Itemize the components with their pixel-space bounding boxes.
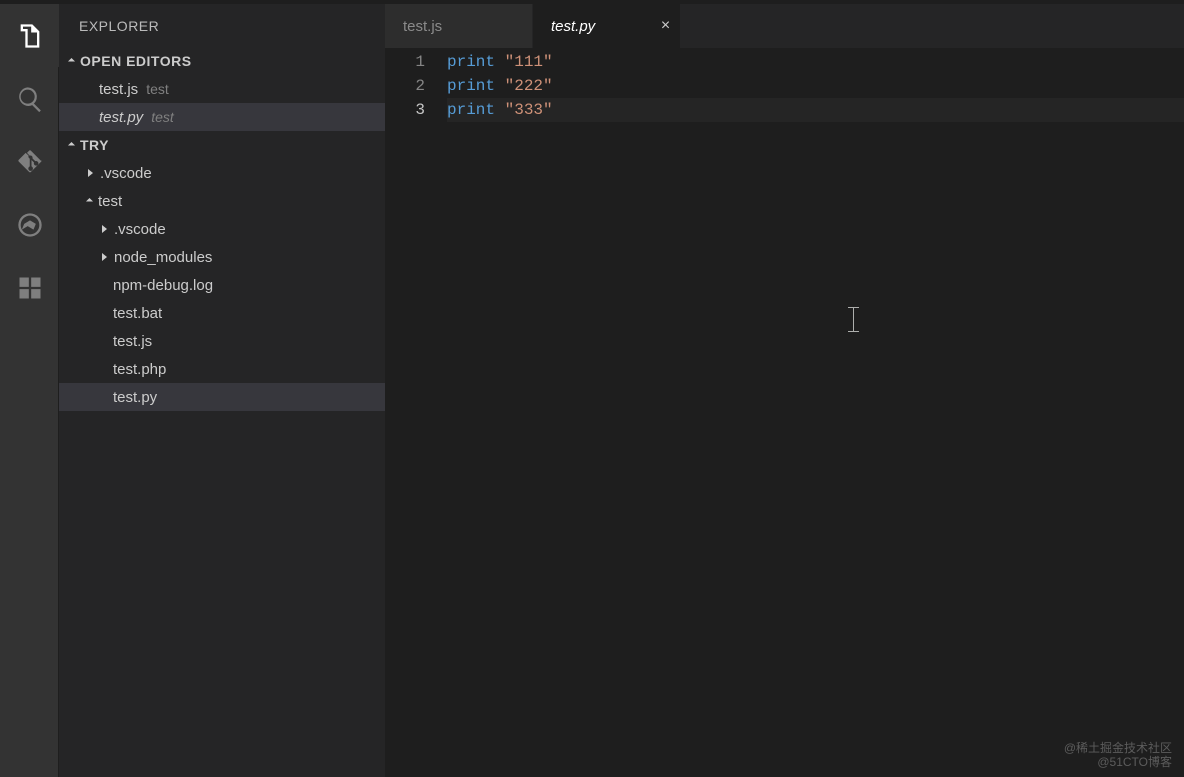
token-string: "111"	[505, 50, 553, 74]
code-line: print "222"	[447, 74, 1184, 98]
tree-folder[interactable]: .vscode	[59, 215, 385, 243]
chevron-right-icon	[102, 253, 107, 261]
tree-file[interactable]: test.py	[59, 383, 385, 411]
token-string: "222"	[505, 74, 553, 98]
tree-label: test	[98, 193, 122, 210]
tree-label: npm-debug.log	[113, 277, 213, 294]
editor-body[interactable]: 1 2 3 print "111" print "222" print "333…	[385, 48, 1184, 777]
token-space	[495, 50, 505, 74]
token-keyword: print	[447, 98, 495, 122]
chevron-right-icon	[88, 169, 93, 177]
tree-folder[interactable]: test	[59, 187, 385, 215]
token-space	[495, 98, 505, 122]
line-number: 3	[385, 98, 425, 122]
token-keyword: print	[447, 74, 495, 98]
tab-bar: test.js test.py ×	[385, 4, 1184, 48]
open-editors-label: Open Editors	[80, 53, 192, 69]
watermark-line: @51CTO博客	[1064, 755, 1172, 769]
line-number: 1	[385, 50, 425, 74]
watermark-line: @稀土掘金技术社区	[1064, 741, 1172, 755]
code-line: print "111"	[447, 50, 1184, 74]
file-dir: test	[151, 109, 174, 125]
chevron-right-icon	[102, 225, 107, 233]
workspace-label: try	[80, 137, 109, 153]
token-space	[495, 74, 505, 98]
activity-files[interactable]	[0, 4, 59, 67]
activity-extensions[interactable]	[0, 256, 59, 319]
open-editors-list: test.js test test.py test	[59, 75, 385, 131]
close-icon[interactable]: ×	[661, 18, 670, 34]
line-number-gutter: 1 2 3	[385, 50, 447, 777]
file-dir: test	[146, 81, 169, 97]
watermark: @稀土掘金技术社区 @51CTO博客	[1064, 741, 1172, 769]
line-number: 2	[385, 74, 425, 98]
tree-file[interactable]: test.php	[59, 355, 385, 383]
activity-git[interactable]	[0, 130, 59, 193]
tree-label: .vscode	[114, 221, 166, 238]
open-editors-header[interactable]: Open Editors	[59, 47, 385, 75]
tree-label: node_modules	[114, 249, 212, 266]
editor-area: test.js test.py × 1 2 3 print "111" prin…	[385, 4, 1184, 777]
chevron-down-icon	[86, 197, 93, 204]
open-editor-item[interactable]: test.js test	[59, 75, 385, 103]
tree-label: test.bat	[113, 305, 162, 322]
tree-label: test.js	[113, 333, 152, 350]
chevron-down-icon	[68, 141, 75, 148]
activity-search[interactable]	[0, 67, 59, 130]
tree-label: test.php	[113, 361, 166, 378]
sidebar-title: Explorer	[59, 4, 385, 47]
activity-bar	[0, 4, 59, 777]
workspace-header[interactable]: try	[59, 131, 385, 159]
activity-debug[interactable]	[0, 193, 59, 256]
sidebar: Explorer Open Editors test.js test test.…	[59, 4, 385, 777]
tab-label: test.py	[551, 18, 595, 35]
token-keyword: print	[447, 50, 495, 74]
file-tree: .vscode test .vscode node_modules npm-de…	[59, 159, 385, 411]
tab[interactable]: test.py ×	[533, 4, 681, 48]
tab[interactable]: test.js	[385, 4, 533, 48]
code-content[interactable]: print "111" print "222" print "333"	[447, 50, 1184, 777]
tree-label: test.py	[113, 389, 157, 406]
tab-label: test.js	[403, 18, 442, 35]
open-editor-item[interactable]: test.py test	[59, 103, 385, 131]
tree-file[interactable]: test.js	[59, 327, 385, 355]
tree-folder[interactable]: .vscode	[59, 159, 385, 187]
token-string: "333"	[505, 98, 553, 122]
tree-file[interactable]: test.bat	[59, 299, 385, 327]
file-name: test.py	[99, 109, 143, 126]
code-line: print "333"	[447, 98, 1184, 122]
tree-label: .vscode	[100, 165, 152, 182]
tree-file[interactable]: npm-debug.log	[59, 271, 385, 299]
chevron-down-icon	[68, 57, 75, 64]
file-name: test.js	[99, 81, 138, 98]
tree-folder[interactable]: node_modules	[59, 243, 385, 271]
